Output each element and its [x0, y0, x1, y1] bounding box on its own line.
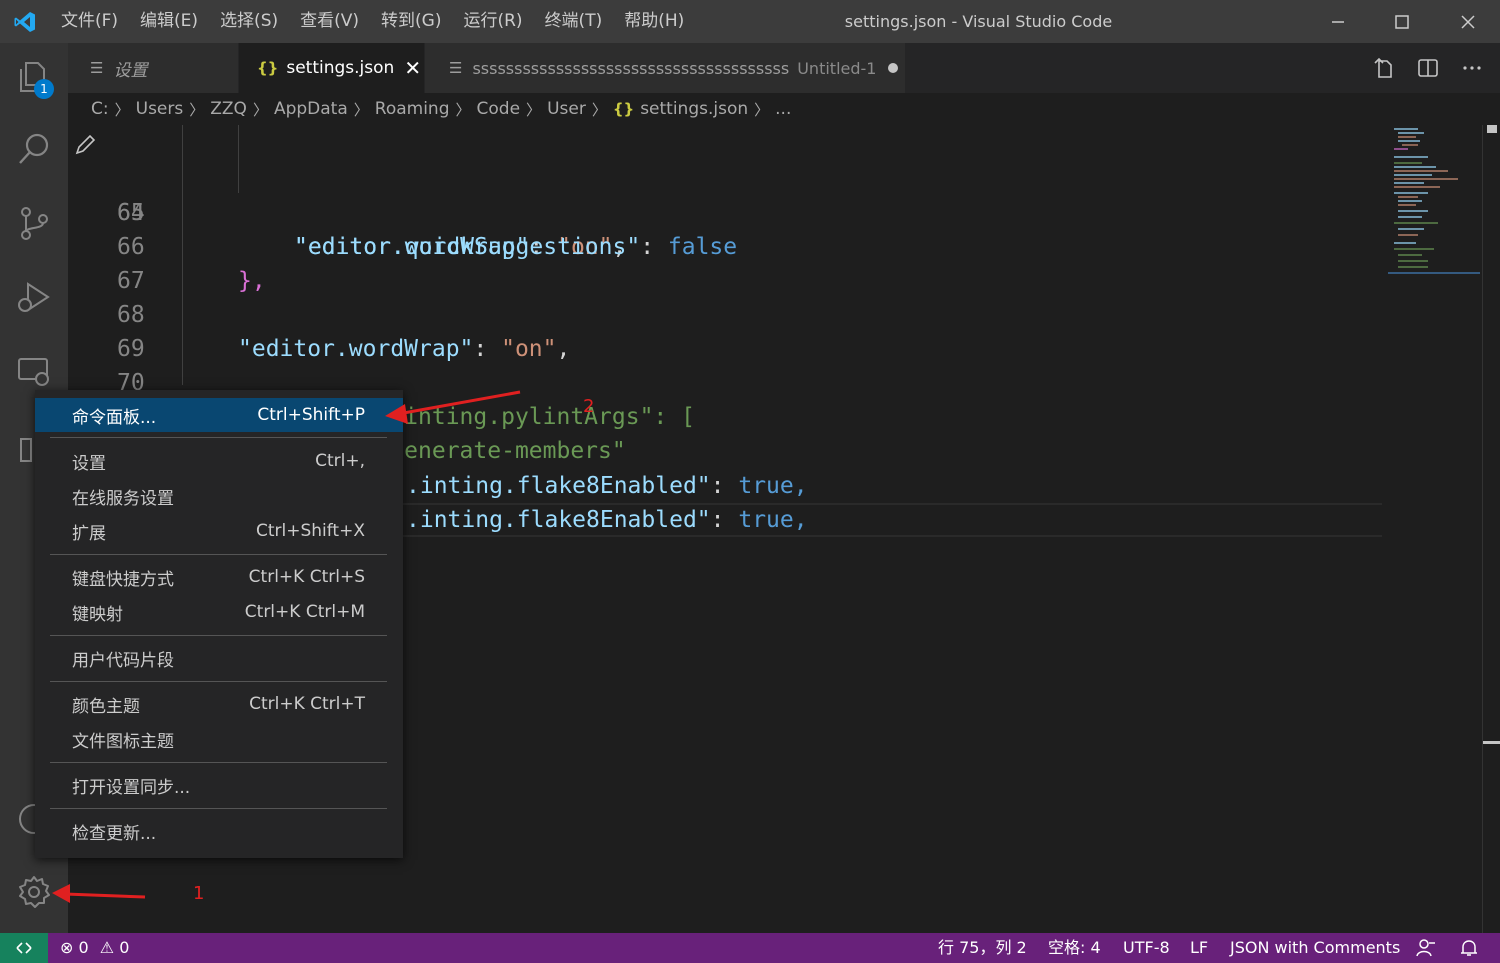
notifications-button[interactable] — [1459, 938, 1479, 963]
encoding[interactable]: UTF-8 — [1123, 933, 1170, 963]
arrow-to-command-palette — [385, 390, 521, 424]
problems-button[interactable]: ⊗ 0 ⚠ 0 — [60, 933, 129, 963]
warning-count: 0 — [119, 938, 130, 957]
warning-icon: ⚠ — [99, 938, 115, 957]
error-icon: ⊗ — [60, 938, 74, 957]
indentation[interactable]: 空格: 4 — [1048, 933, 1101, 963]
status-bar: ⊗ 0 ⚠ 0 行 75，列 2 空格: 4 UTF-8 LF JSON wit… — [0, 933, 1500, 963]
remote-icon — [16, 942, 32, 954]
language-mode[interactable]: JSON with Comments — [1230, 933, 1400, 963]
feedback-button[interactable] — [1416, 938, 1436, 963]
feedback-icon — [1416, 939, 1435, 957]
annotation-number-2: 2 — [583, 396, 595, 417]
arrow-to-gear — [52, 884, 146, 903]
annotation-number-1: 1 — [193, 883, 205, 904]
error-count: 0 — [78, 938, 89, 957]
remote-button[interactable] — [0, 933, 48, 963]
cursor-position[interactable]: 行 75，列 2 — [938, 933, 1027, 963]
end-of-line[interactable]: LF — [1190, 933, 1208, 963]
bell-icon — [1461, 940, 1477, 956]
annotation-overlay — [52, 390, 521, 903]
